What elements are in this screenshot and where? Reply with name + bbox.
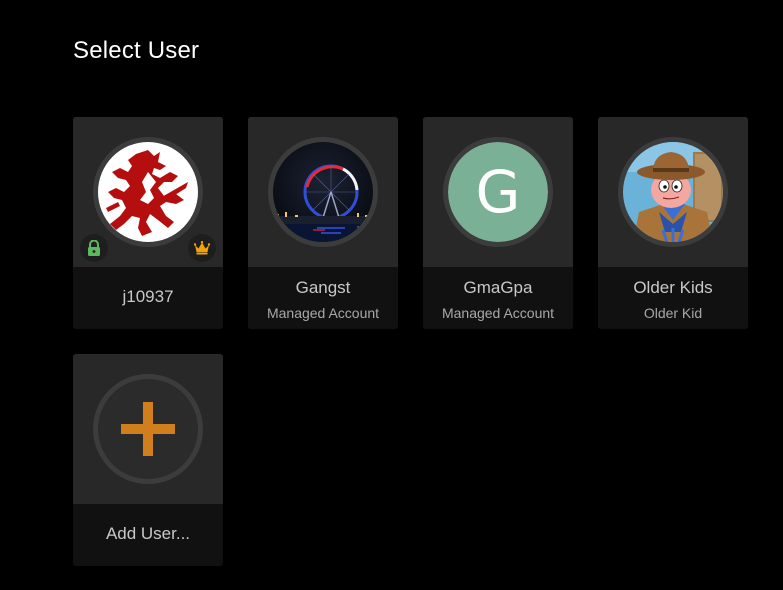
avatar-letter-text: G [448, 142, 548, 242]
avatar-letter: G [448, 142, 548, 242]
avatar-ferris-wheel-photo [273, 142, 373, 242]
add-user-label: Add User... [105, 524, 191, 543]
user-name: GmaGpa [463, 278, 533, 297]
user-card-older-kids[interactable]: Older Kids Older Kid [598, 117, 748, 329]
user-subtitle: Older Kid [643, 305, 703, 321]
card-label-area: Older Kids Older Kid [598, 267, 748, 329]
card-avatar-area [248, 117, 398, 267]
avatar-ring [618, 137, 728, 247]
card-label-area: GmaGpa Managed Account [423, 267, 573, 329]
avatar-lion-crest [98, 142, 198, 242]
page-title: Select User [73, 37, 200, 64]
user-subtitle: Managed Account [441, 305, 555, 321]
select-user-page: Select User j10937 Gangst Managed Accoun… [0, 0, 783, 590]
user-card-gmagpa[interactable]: G GmaGpa Managed Account [423, 117, 573, 329]
user-card-j10937[interactable]: j10937 [73, 117, 223, 329]
user-name: j10937 [122, 287, 174, 306]
lock-icon [80, 234, 108, 262]
card-avatar-area: G [423, 117, 573, 267]
add-user-button[interactable]: Add User... [73, 354, 223, 566]
user-subtitle: Managed Account [266, 305, 380, 321]
crown-icon [188, 234, 216, 262]
avatar-ring [93, 137, 203, 247]
card-avatar-area [73, 354, 223, 504]
card-label-area: j10937 [73, 267, 223, 329]
card-label-area: Add User... [73, 504, 223, 566]
card-avatar-area [73, 117, 223, 267]
avatar-cartoon-cowboy [623, 142, 723, 242]
card-avatar-area [598, 117, 748, 267]
plus-icon [98, 379, 198, 479]
avatar-ring: G [443, 137, 553, 247]
avatar-ring [268, 137, 378, 247]
user-card-gangst[interactable]: Gangst Managed Account [248, 117, 398, 329]
user-name: Gangst [295, 278, 351, 297]
card-label-area: Gangst Managed Account [248, 267, 398, 329]
user-name: Older Kids [633, 278, 713, 297]
avatar-ring [93, 374, 203, 484]
